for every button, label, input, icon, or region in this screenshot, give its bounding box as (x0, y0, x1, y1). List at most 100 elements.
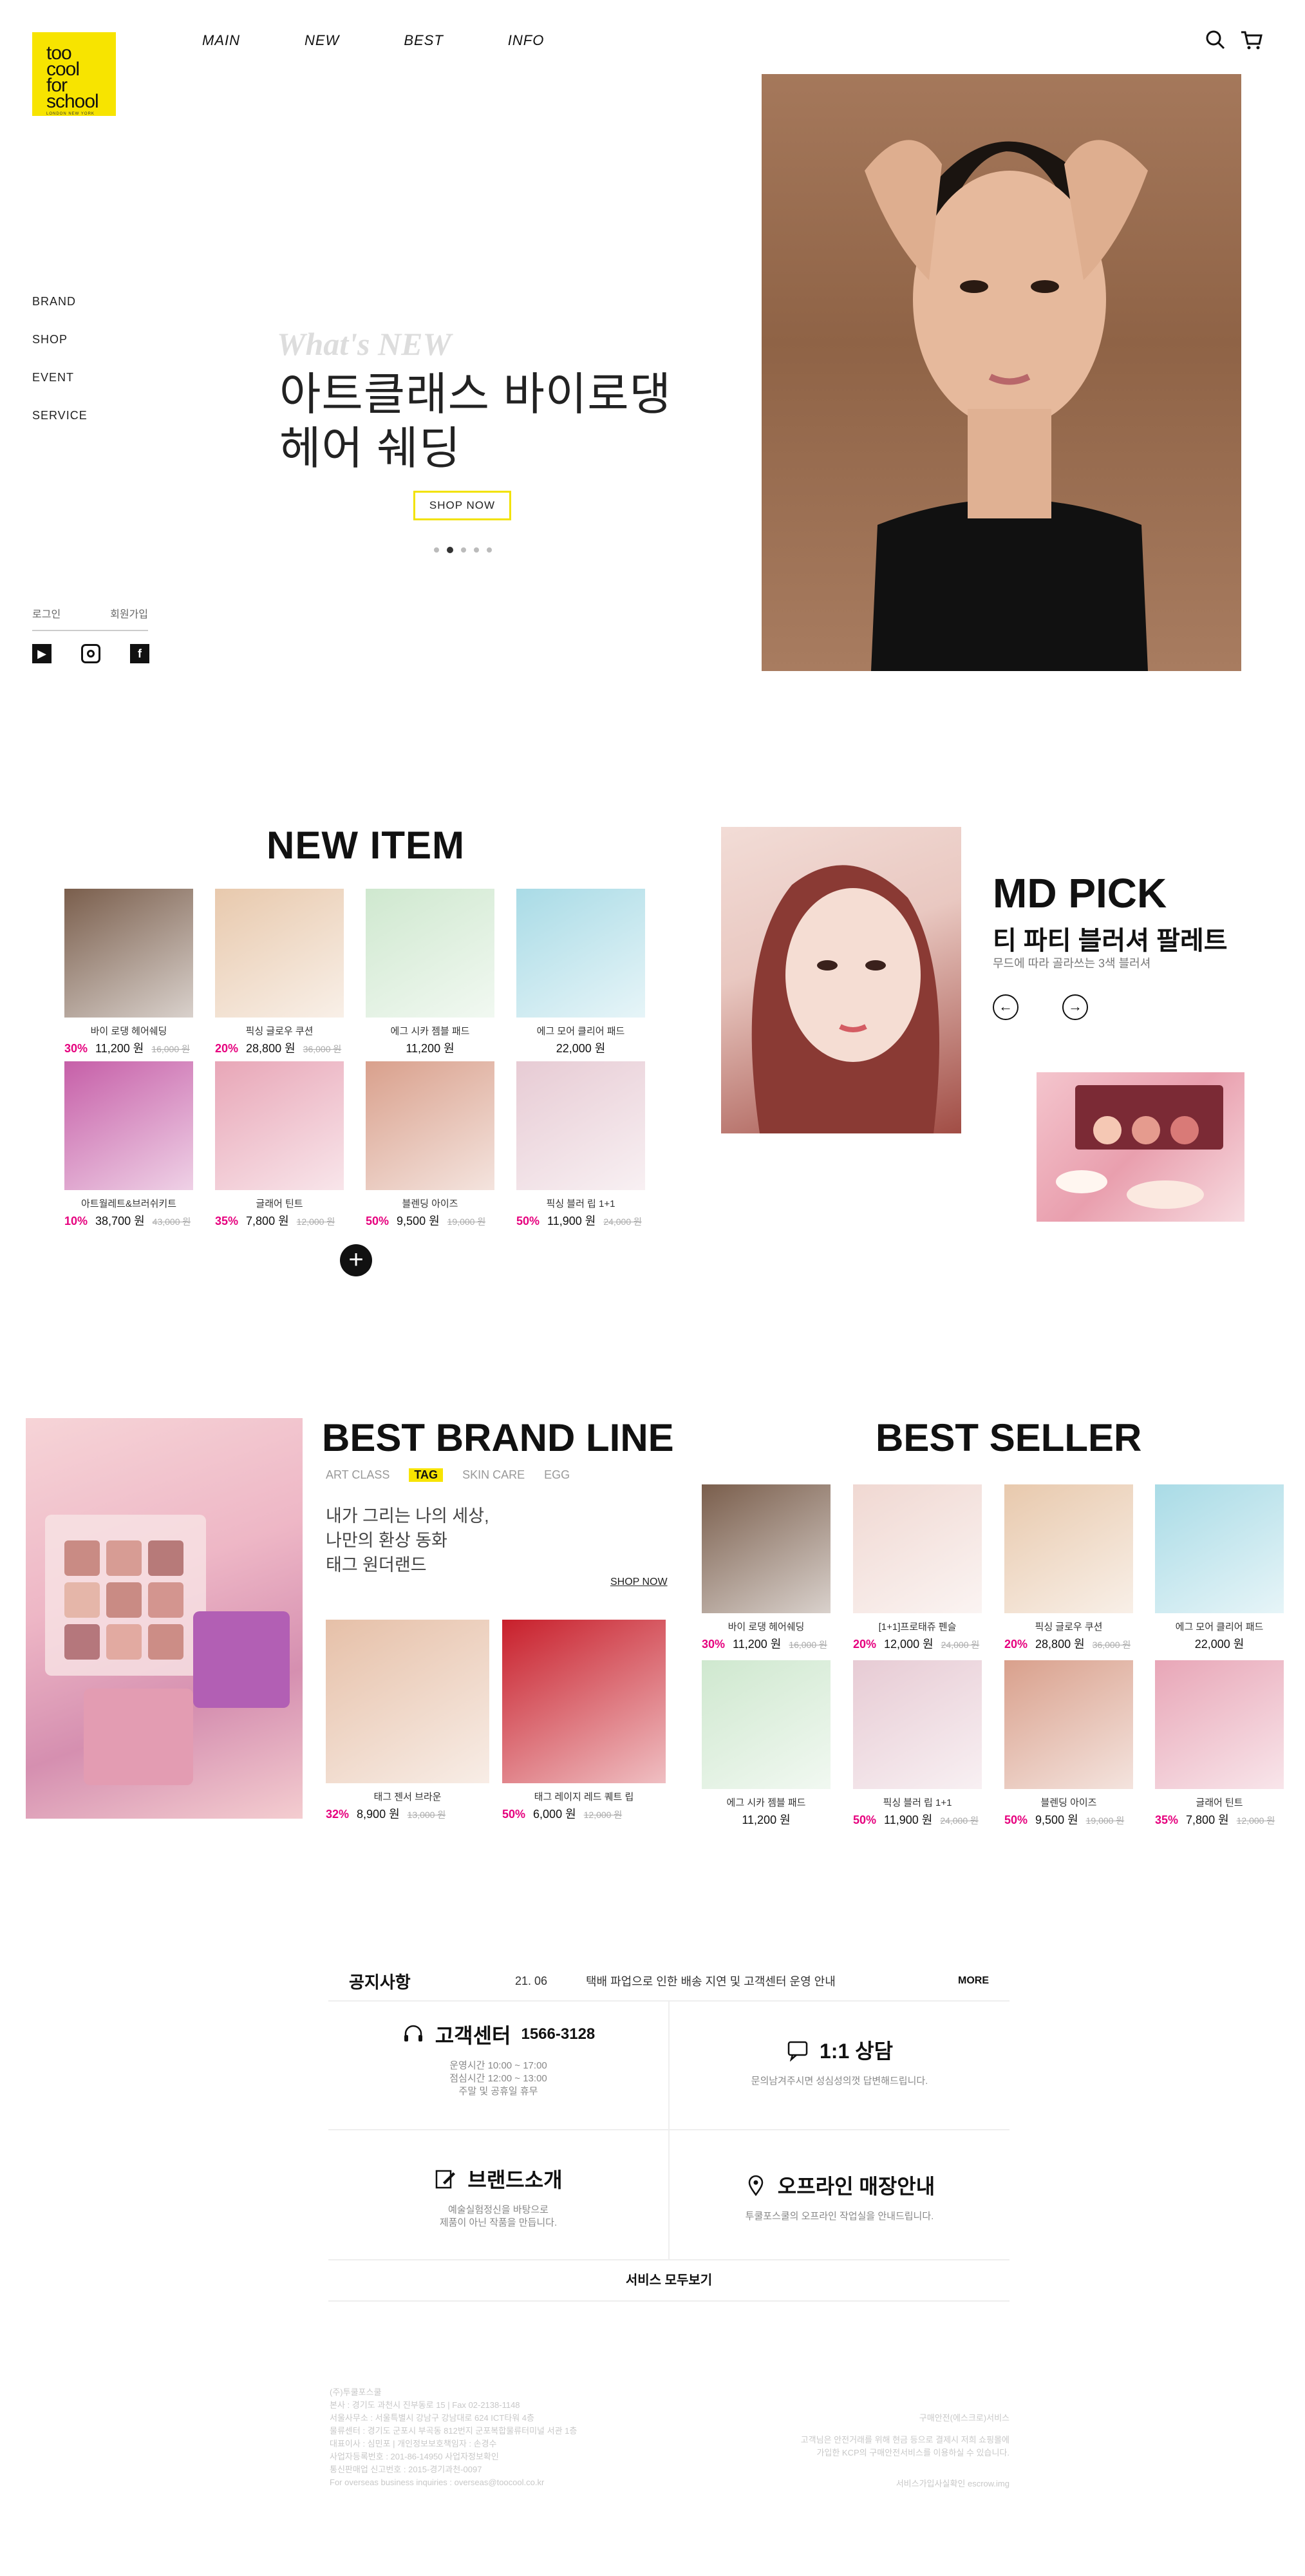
sale-price: 9,500 원 (1035, 1814, 1078, 1826)
product-image[interactable] (64, 889, 193, 1018)
product-name[interactable]: 픽싱 글로우 쿠션 (1004, 1620, 1133, 1633)
product-card[interactable]: 바이 로댕 헤어쉐딩 30% 11,200 원 16,000 원 (702, 1484, 831, 1652)
product-name[interactable]: [1+1]프로태쥬 펜슬 (853, 1620, 982, 1633)
product-card[interactable]: 픽싱 글로우 쿠션 20% 28,800 원 36,000 원 (1004, 1484, 1133, 1652)
product-name[interactable]: 바이 로댕 헤어쉐딩 (702, 1620, 831, 1633)
brand-desc-line: 나만의 환상 동화 (326, 1531, 447, 1550)
side-nav-event[interactable]: EVENT (32, 371, 88, 384)
product-card[interactable]: 아트월레트&브러쉬키트 10% 38,700 원 43,000 원 (64, 1061, 193, 1229)
product-image[interactable] (853, 1484, 982, 1613)
product-card[interactable]: 블렌딩 아이즈 50% 9,500 원 19,000 원 (366, 1061, 494, 1229)
search-icon[interactable] (1203, 27, 1228, 53)
load-more-button[interactable]: + (340, 1244, 372, 1276)
footer-line: 고객님은 안전거래를 위해 현금 등으로 결제시 저희 쇼핑몰에 (800, 2435, 1009, 2445)
product-name[interactable]: 아트월레트&브러쉬키트 (64, 1197, 193, 1209)
tab-egg[interactable]: EGG (544, 1468, 570, 1482)
footer-line: 본사 : 경기도 과천시 진부동로 15 | Fax 02-2138-1148 (330, 2400, 520, 2410)
offline-store-card[interactable]: 오프라인 매장안내 투쿨포스쿨의 오프라인 작업실을 안내드립니다. (670, 2170, 1009, 2223)
product-card[interactable]: 에그 모어 클리어 패드 22,000 원 (1155, 1484, 1284, 1652)
product-price-row: 32% 8,900 원 13,000 원 (326, 1805, 489, 1822)
product-card[interactable]: 태그 레이지 레드 퀘트 립 50% 6,000 원 12,000 원 (502, 1620, 666, 1822)
product-image[interactable] (702, 1484, 831, 1613)
slide-dot[interactable] (474, 547, 479, 553)
product-card[interactable]: 에그 시카 젬블 패드 11,200 원 (702, 1660, 831, 1828)
footer-line[interactable]: 서비스가입사실확인 escrow.img (785, 2477, 1009, 2490)
slide-dot[interactable] (461, 547, 466, 553)
product-image[interactable] (366, 889, 494, 1018)
md-pick-next-button[interactable]: → (1062, 994, 1088, 1020)
slide-dot-active[interactable] (447, 547, 453, 553)
product-image[interactable] (215, 889, 344, 1018)
product-name[interactable]: 블렌딩 아이즈 (1004, 1795, 1133, 1808)
product-name[interactable]: 태그 젠서 브라운 (326, 1790, 489, 1803)
facebook-icon[interactable]: f (130, 644, 149, 663)
slide-dot[interactable] (487, 547, 492, 553)
product-price-row: 30% 11,200 원 16,000 원 (64, 1039, 193, 1056)
join-link[interactable]: 회원가입 (110, 605, 148, 621)
side-nav-service[interactable]: SERVICE (32, 409, 88, 422)
brand-logo[interactable]: too cool for school LONDON NEW YORK (32, 32, 116, 116)
tab-skin-care[interactable]: SKIN CARE (462, 1468, 525, 1482)
nav-best[interactable]: BEST (404, 32, 443, 49)
product-image[interactable] (516, 889, 645, 1018)
cart-icon[interactable] (1239, 27, 1264, 53)
side-nav-brand[interactable]: BRAND (32, 295, 88, 308)
product-card[interactable]: 픽싱 글로우 쿠션 20% 28,800 원 36,000 원 (215, 889, 344, 1056)
product-name[interactable]: 픽싱 블러 립 1+1 (516, 1197, 645, 1209)
notice-text[interactable]: 택배 파업으로 인한 배송 지연 및 고객센터 운영 안내 (586, 1973, 958, 1989)
md-pick-subtitle: 티 파티 블러셔 팔레트 (993, 927, 1228, 955)
product-image[interactable] (1004, 1484, 1133, 1613)
product-name[interactable]: 에그 모어 클리어 패드 (516, 1024, 645, 1037)
side-nav-shop[interactable]: SHOP (32, 333, 88, 346)
product-image[interactable] (1004, 1660, 1133, 1789)
product-name[interactable]: 에그 모어 클리어 패드 (1155, 1620, 1284, 1633)
login-link[interactable]: 로그인 (32, 605, 61, 621)
product-card[interactable]: 에그 모어 클리어 패드 22,000 원 (516, 889, 645, 1056)
best-brand-shop-now-link[interactable]: SHOP NOW (610, 1577, 668, 1588)
product-name[interactable]: 픽싱 글로우 쿠션 (215, 1024, 344, 1037)
product-card[interactable]: [1+1]프로태쥬 펜슬 20% 12,000 원 24,000 원 (853, 1484, 982, 1652)
product-name[interactable]: 에그 시카 젬블 패드 (366, 1024, 494, 1037)
product-image[interactable] (502, 1620, 666, 1783)
tab-tag[interactable]: TAG (409, 1468, 444, 1482)
product-card[interactable]: 픽싱 블러 립 1+1 50% 11,900 원 24,000 원 (853, 1660, 982, 1828)
nav-info[interactable]: INFO (508, 32, 545, 49)
product-image[interactable] (366, 1061, 494, 1190)
product-card[interactable]: 픽싱 블러 립 1+1 50% 11,900 원 24,000 원 (516, 1061, 645, 1229)
product-name[interactable]: 태그 레이지 레드 퀘트 립 (502, 1790, 666, 1803)
product-image[interactable] (853, 1660, 982, 1789)
product-name[interactable]: 글래어 틴트 (215, 1197, 344, 1209)
product-card[interactable]: 에그 시카 젬블 패드 11,200 원 (366, 889, 494, 1056)
nav-main[interactable]: MAIN (202, 32, 240, 49)
customer-center-card[interactable]: 고객센터 1566-3128 운영시간 10:00 ~ 17:00 점심시간 1… (328, 2020, 668, 2098)
product-card[interactable]: 글래어 틴트 35% 7,800 원 12,000 원 (215, 1061, 344, 1229)
tab-art-class[interactable]: ART CLASS (326, 1468, 390, 1482)
product-name[interactable]: 글래어 틴트 (1155, 1795, 1284, 1808)
product-name[interactable]: 픽싱 블러 립 1+1 (853, 1795, 982, 1808)
product-name[interactable]: 바이 로댕 헤어쉐딩 (64, 1024, 193, 1037)
md-pick-prev-button[interactable]: ← (993, 994, 1019, 1020)
hero-shop-now-button[interactable]: SHOP NOW (413, 491, 511, 520)
product-image[interactable] (215, 1061, 344, 1190)
instagram-icon[interactable] (81, 644, 100, 663)
product-name[interactable]: 에그 시카 젬블 패드 (702, 1795, 831, 1808)
product-image[interactable] (326, 1620, 489, 1783)
product-card[interactable]: 태그 젠서 브라운 32% 8,900 원 13,000 원 (326, 1620, 489, 1822)
product-image[interactable] (64, 1061, 193, 1190)
nav-new[interactable]: NEW (305, 32, 339, 49)
product-card[interactable]: 바이 로댕 헤어쉐딩 30% 11,200 원 16,000 원 (64, 889, 193, 1056)
product-image[interactable] (702, 1660, 831, 1789)
slide-dot[interactable] (434, 547, 439, 553)
product-name[interactable]: 블렌딩 아이즈 (366, 1197, 494, 1209)
youtube-icon[interactable]: ▶ (32, 644, 52, 663)
one-on-one-card[interactable]: 1:1 상담 문의남겨주시면 성심성의껏 답변해드립니다. (670, 2035, 1009, 2088)
product-image[interactable] (516, 1061, 645, 1190)
notice-bar[interactable]: 공지사항 21. 06 택배 파업으로 인한 배송 지연 및 고객센터 운영 안… (328, 1962, 1009, 2002)
notice-more-link[interactable]: MORE (958, 1975, 1009, 1987)
brand-intro-card[interactable]: 브랜드소개 예술실험정신을 바탕으로 제품이 아닌 작품을 만듭니다. (328, 2164, 668, 2230)
product-image[interactable] (1155, 1660, 1284, 1789)
product-image[interactable] (1155, 1484, 1284, 1613)
all-services-button[interactable]: 서비스 모두보기 (328, 2259, 1009, 2302)
product-card[interactable]: 블렌딩 아이즈 50% 9,500 원 19,000 원 (1004, 1660, 1133, 1828)
product-card[interactable]: 글래어 틴트 35% 7,800 원 12,000 원 (1155, 1660, 1284, 1828)
